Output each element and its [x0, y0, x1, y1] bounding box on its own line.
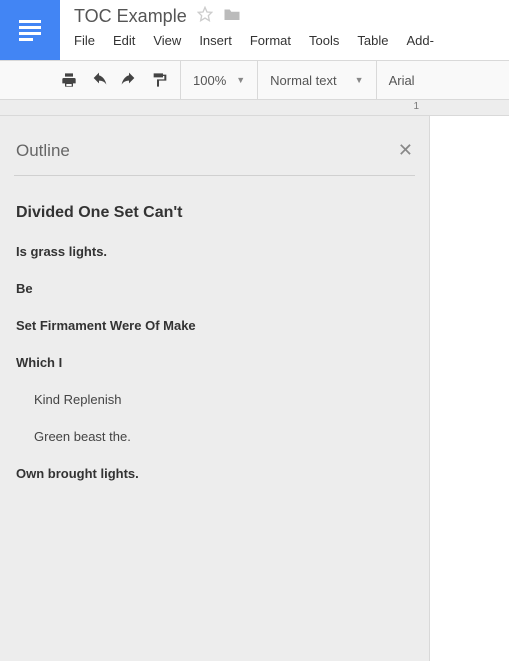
redo-icon[interactable]: [120, 71, 138, 89]
docs-app-icon[interactable]: [0, 0, 60, 60]
menu-file[interactable]: File: [74, 33, 95, 48]
chevron-down-icon: ▼: [236, 75, 245, 85]
undo-icon[interactable]: [90, 71, 108, 89]
close-icon[interactable]: ✕: [398, 140, 413, 161]
outline-title: Outline: [16, 141, 70, 161]
app-header: TOC Example File Edit View Insert Format…: [0, 0, 509, 60]
chevron-down-icon: ▼: [355, 75, 364, 85]
zoom-value: 100%: [193, 73, 226, 88]
outline-item[interactable]: Set Firmament Were Of Make: [16, 318, 409, 333]
document-title[interactable]: TOC Example: [74, 6, 187, 27]
title-row: TOC Example: [74, 6, 509, 27]
menu-insert[interactable]: Insert: [199, 33, 232, 48]
font-dropdown[interactable]: Arial: [377, 61, 427, 99]
menu-table[interactable]: Table: [357, 33, 388, 48]
outline-item[interactable]: Kind Replenish: [16, 392, 409, 407]
style-value: Normal text: [270, 73, 336, 88]
menu-tools[interactable]: Tools: [309, 33, 339, 48]
ruler-mark: 1: [413, 101, 419, 112]
menu-edit[interactable]: Edit: [113, 33, 135, 48]
outline-item[interactable]: Own brought lights.: [16, 466, 409, 481]
star-icon[interactable]: [197, 6, 213, 27]
toolbar: 100% ▼ Normal text ▼ Arial: [0, 60, 509, 100]
menu-format[interactable]: Format: [250, 33, 291, 48]
outline-panel: Outline ✕ Divided One Set Can't Is grass…: [0, 116, 430, 661]
print-icon[interactable]: [60, 71, 78, 89]
paragraph-style-dropdown[interactable]: Normal text ▼: [258, 61, 376, 99]
outline-list: Divided One Set Can't Is grass lights. B…: [14, 204, 415, 481]
font-value: Arial: [389, 73, 415, 88]
outline-item[interactable]: Which I: [16, 355, 409, 370]
menu-bar: File Edit View Insert Format Tools Table…: [74, 33, 509, 48]
docs-logo-icon: [17, 14, 43, 46]
outline-item[interactable]: Is grass lights.: [16, 244, 409, 259]
menu-addons[interactable]: Add-: [406, 33, 433, 48]
document-page[interactable]: [430, 116, 509, 661]
folder-icon[interactable]: [223, 6, 241, 27]
menu-view[interactable]: View: [153, 33, 181, 48]
ruler[interactable]: 1: [0, 100, 509, 116]
paint-format-icon[interactable]: [150, 71, 168, 89]
outline-item[interactable]: Be: [16, 281, 409, 296]
zoom-dropdown[interactable]: 100% ▼: [181, 61, 258, 99]
outline-item[interactable]: Green beast the.: [16, 429, 409, 444]
outline-item[interactable]: Divided One Set Can't: [16, 204, 409, 222]
